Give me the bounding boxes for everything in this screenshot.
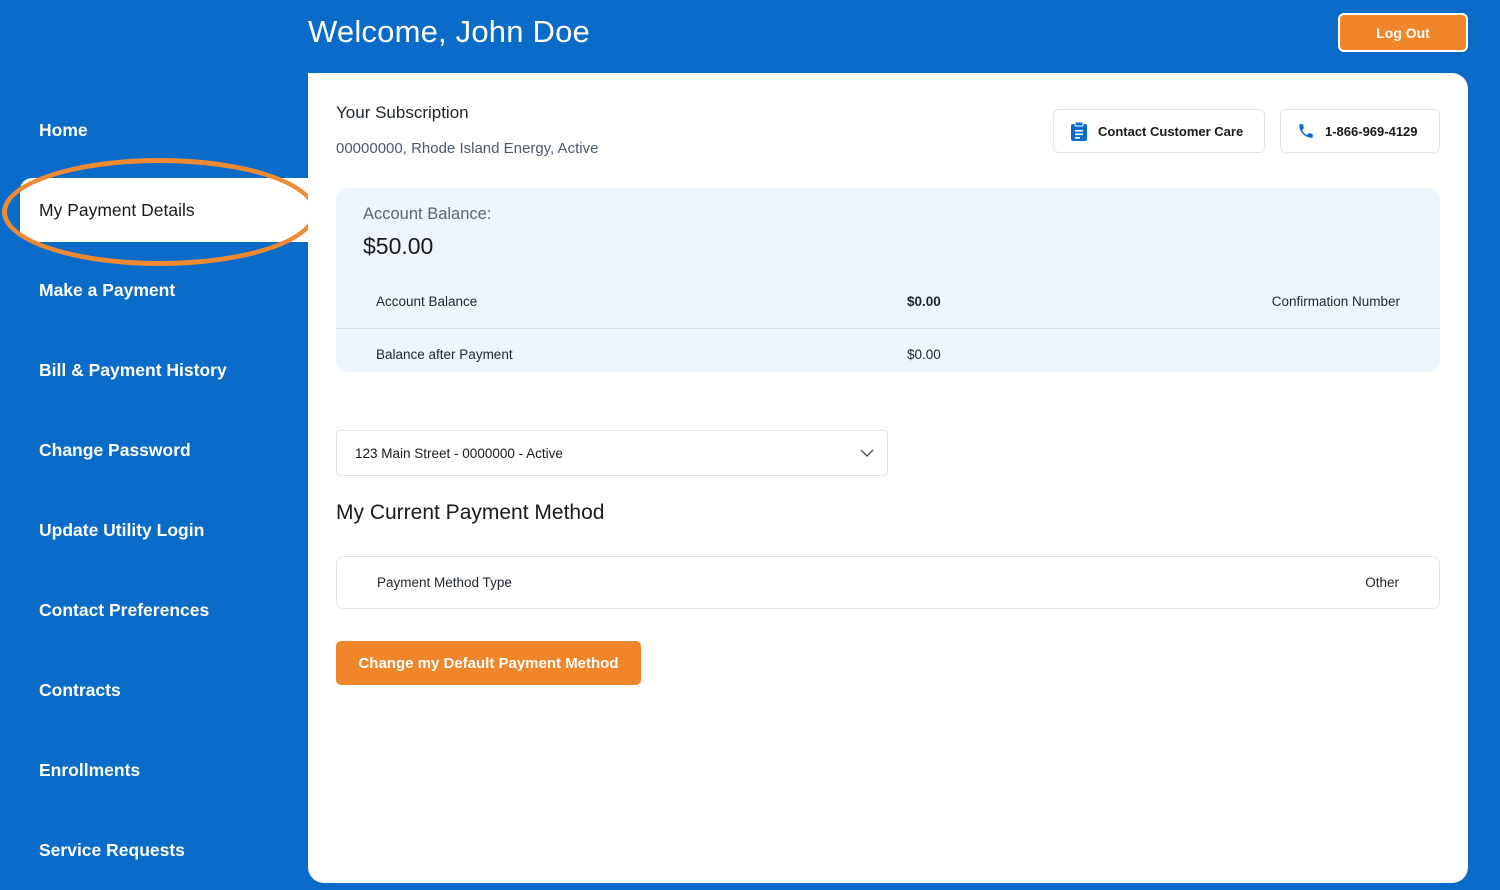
subscription-info: 00000000, Rhode Island Energy, Active: [336, 140, 599, 157]
sidebar-nav: Home My Payment Details Make a Payment B…: [0, 0, 308, 890]
sidebar-item-service-requests[interactable]: Service Requests: [20, 818, 308, 882]
account-balance-label: Account Balance:: [363, 205, 492, 223]
payment-method-row: Payment Method Type Other: [336, 556, 1440, 609]
account-balance-panel: Account Balance: $50.00 Account Balance …: [336, 188, 1440, 372]
payment-method-type-label: Payment Method Type: [377, 575, 512, 590]
balance-row: Balance after Payment $0.00: [336, 330, 1440, 382]
sidebar-item-enrollments[interactable]: Enrollments: [20, 738, 308, 802]
account-select-value: 123 Main Street - 0000000 - Active: [355, 445, 563, 461]
sidebar-item-my-payment-details[interactable]: My Payment Details: [20, 178, 308, 242]
balance-row-label: Balance after Payment: [376, 347, 513, 362]
balance-row-value: $0.00: [907, 294, 941, 309]
balance-row-label: Account Balance: [376, 294, 478, 309]
account-select-dropdown[interactable]: 123 Main Street - 0000000 - Active: [336, 430, 888, 476]
sidebar-item-home[interactable]: Home: [20, 98, 308, 162]
subscription-title: Your Subscription: [336, 103, 469, 122]
payment-method-heading: My Current Payment Method: [336, 501, 605, 524]
phone-number-button[interactable]: 1-866-969-4129: [1280, 109, 1440, 153]
phone-number-label: 1-866-969-4129: [1325, 123, 1418, 139]
sidebar-item-make-a-payment[interactable]: Make a Payment: [20, 258, 308, 322]
account-balance-amount: $50.00: [363, 233, 434, 259]
balance-row-value: $0.00: [907, 347, 941, 362]
sidebar-item-change-password[interactable]: Change Password: [20, 418, 308, 482]
sidebar-item-update-utility-login[interactable]: Update Utility Login: [20, 498, 308, 562]
sidebar-item-bill-payment-history[interactable]: Bill & Payment History: [20, 338, 308, 402]
sidebar-item-contact-preferences[interactable]: Contact Preferences: [20, 578, 308, 642]
clipboard-icon: [1071, 121, 1087, 141]
contact-customer-care-label: Contact Customer Care: [1098, 123, 1244, 139]
contact-customer-care-button[interactable]: Contact Customer Care: [1053, 109, 1265, 153]
confirmation-number-label: Confirmation Number: [1271, 294, 1400, 309]
change-default-payment-method-button[interactable]: Change my Default Payment Method: [336, 641, 641, 685]
payment-method-type-value: Other: [1365, 575, 1399, 590]
logout-button[interactable]: Log Out: [1338, 13, 1468, 52]
main-content-card: Your Subscription 00000000, Rhode Island…: [308, 73, 1468, 883]
welcome-title: Welcome, John Doe: [308, 14, 590, 49]
chevron-down-icon: [860, 449, 874, 457]
balance-row: Account Balance $0.00 Confirmation Numbe…: [336, 277, 1440, 329]
phone-icon: [1299, 124, 1313, 138]
sidebar-item-contracts[interactable]: Contracts: [20, 658, 308, 722]
